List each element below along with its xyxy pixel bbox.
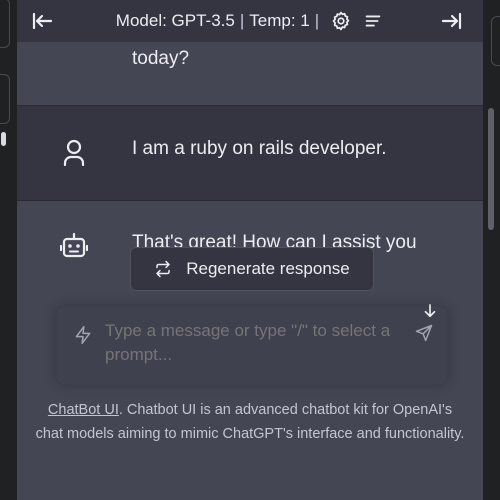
sidebar-indicator (1, 132, 6, 146)
temperature-label: Temp: 1 (249, 11, 310, 30)
robot-icon (60, 232, 88, 258)
chat-settings-summary: Model: GPT-3.5 | Temp: 1 | (116, 10, 384, 32)
sidebar-element (491, 16, 500, 66)
message-text: today? (132, 48, 190, 69)
arrow-down-icon[interactable] (419, 300, 441, 322)
separator: | (239, 11, 245, 30)
gear-icon[interactable] (330, 10, 352, 32)
left-sidebar-edge (0, 0, 17, 500)
user-message: I am a ruby on rails developer. (17, 106, 483, 200)
chat-header: Model: GPT-3.5 | Temp: 1 | (17, 0, 483, 42)
separator: | (314, 11, 320, 30)
bolt-icon[interactable] (73, 324, 93, 351)
message-composer (56, 306, 448, 385)
chatbot-ui-link[interactable]: ChatBot UI (48, 402, 119, 418)
arrow-left-bar-icon[interactable] (31, 9, 55, 33)
list-icon[interactable] (362, 10, 384, 32)
send-icon[interactable] (413, 322, 435, 344)
footer-disclaimer: ChatBot UI. Chatbot UI is an advanced ch… (33, 398, 467, 446)
refresh-icon (156, 260, 170, 278)
message-input[interactable] (105, 319, 405, 367)
user-icon (63, 139, 85, 166)
sidebar-element (0, 74, 10, 124)
message-text: I am a ruby on rails developer. (132, 138, 387, 159)
right-sidebar-edge (483, 0, 500, 500)
arrow-right-bar-icon[interactable] (439, 9, 463, 33)
regenerate-button[interactable]: Regenerate response (130, 247, 374, 291)
sidebar-element (0, 0, 10, 48)
regenerate-label: Regenerate response (186, 259, 350, 278)
scrollbar-thumb[interactable] (488, 108, 494, 230)
model-label: Model: GPT-3.5 (115, 11, 235, 30)
chat-panel: today? I am a ruby on rails developer. T… (17, 0, 483, 500)
